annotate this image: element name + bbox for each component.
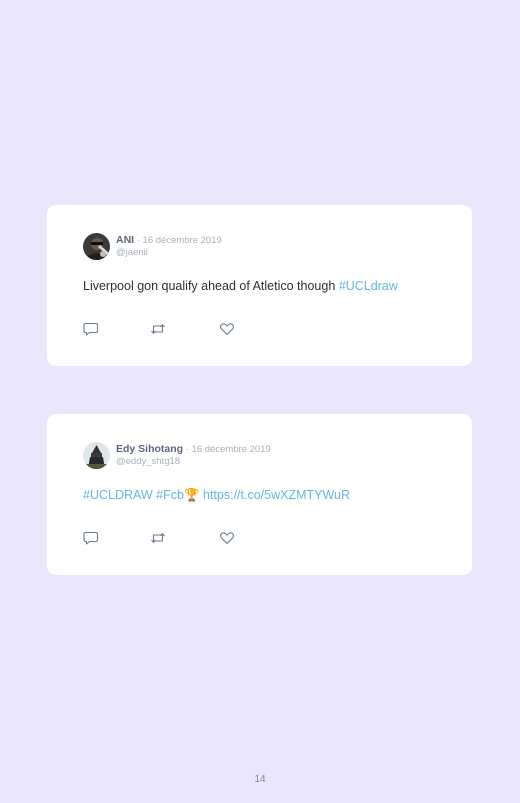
tweet-date[interactable]: 16 décembre 2019: [143, 235, 222, 246]
author-line: ANI · 16 décembre 2019: [116, 234, 222, 247]
avatar[interactable]: [83, 233, 110, 260]
tweet-text: Liverpool gon qualify ahead of Atletico …: [83, 278, 398, 294]
trophy-emoji: 🏆: [183, 488, 200, 502]
author-handle[interactable]: @jaenil: [116, 247, 148, 259]
author-name[interactable]: ANI: [116, 234, 134, 246]
tweet-text: #UCLDRAW #Fcb🏆 https://t.co/5wXZMTYWuR: [83, 487, 350, 503]
author-name[interactable]: Edy Sihotang: [116, 443, 183, 455]
like-icon[interactable]: [219, 322, 235, 336]
tweet-date[interactable]: 16 décembre 2019: [192, 444, 271, 455]
author-line: Edy Sihotang · 16 décembre 2019: [116, 443, 271, 456]
tweet-card: ANI · 16 décembre 2019 @jaenil Liverpool…: [47, 205, 472, 366]
author-handle[interactable]: @eddy_shtg18: [116, 456, 180, 468]
reply-icon[interactable]: [83, 531, 99, 545]
tweet-body: Liverpool gon qualify ahead of Atletico …: [83, 279, 339, 293]
page-number: 14: [254, 774, 266, 785]
hashtag-link[interactable]: #UCLDRAW #Fcb: [83, 488, 184, 502]
hashtag-link[interactable]: #UCLdraw: [339, 279, 398, 293]
tweet-link[interactable]: https://t.co/5wXZMTYWuR: [200, 488, 350, 502]
meta-separator: ·: [183, 444, 192, 455]
like-icon[interactable]: [219, 531, 235, 545]
reply-icon[interactable]: [83, 322, 99, 336]
avatar[interactable]: [83, 442, 110, 469]
retweet-icon[interactable]: [150, 531, 166, 545]
meta-separator: ·: [134, 235, 143, 246]
retweet-icon[interactable]: [150, 322, 166, 336]
tweet-card: Edy Sihotang · 16 décembre 2019 @eddy_sh…: [47, 414, 472, 575]
